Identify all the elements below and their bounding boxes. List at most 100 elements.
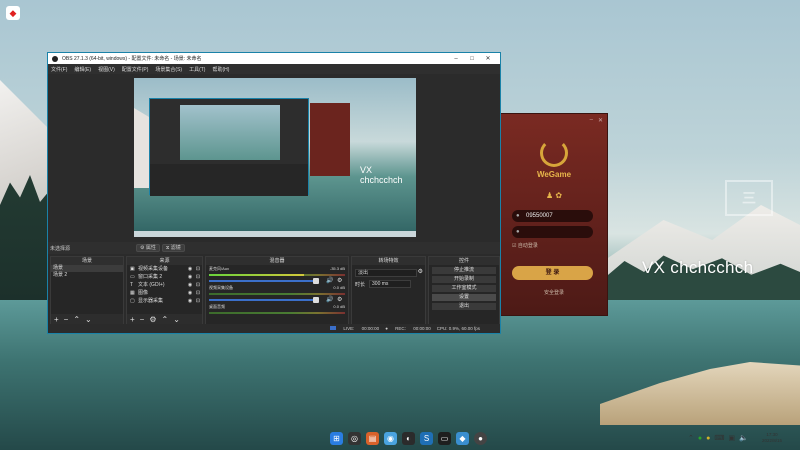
channel-db: 0.0 dB [333,285,345,290]
gear-icon[interactable]: ⚙ [337,296,342,303]
status-bar: LIVE: 00:00:00 ● REC: 00:00:00 CPU: 0.9%… [48,324,500,333]
menu-view[interactable]: 视图(V) [98,66,115,73]
live-icon [330,326,337,330]
channel-db: 0.0 dB [333,304,345,309]
menu-profile[interactable]: 配置文件(P) [122,66,149,73]
volume-icon[interactable]: 🔈 [739,434,748,442]
gear-icon[interactable]: ⚙ [418,268,423,275]
keyboard-icon[interactable]: ⌨ [714,434,724,442]
add-scene-button[interactable]: + [54,315,59,324]
app-icon[interactable]: ▭ [438,432,451,445]
app-tray-icon[interactable]: ● [706,435,710,442]
visibility-eye-icon[interactable]: ◉ [186,265,194,273]
live-label: LIVE: [343,326,355,331]
network-icon[interactable]: ▣ [728,434,735,442]
clock-date: 2022/8/15 [762,438,783,443]
chrome-icon[interactable]: ◎ [348,432,361,445]
clock[interactable]: 17:30 2022/8/15 [762,432,782,444]
source-item[interactable]: ▣ 视频采集设备 ◉ ⊡ [127,265,202,273]
source-item[interactable]: ▦ 图像 ◉ ⊡ [127,289,202,297]
windows-icon[interactable]: ⊞ [330,432,343,445]
account-field[interactable]: ● 09550007 [512,210,593,222]
menu-file[interactable]: 文件(F) [51,66,67,73]
scene-item[interactable]: 场景 2 [51,272,123,279]
app-icon[interactable]: S [420,432,433,445]
preview-canvas[interactable]: VX chchcchch [134,78,416,237]
close-icon[interactable]: ✕ [598,117,603,124]
scenes-footer: + − ⌃ ⌄ [51,314,123,324]
move-up-icon[interactable]: ⌃ [162,315,169,324]
gear-icon[interactable]: ⚙ [337,277,342,284]
lock-icon[interactable]: ⊡ [194,281,202,289]
properties-button[interactable]: ⚙ 属性 [136,244,160,252]
filters-button[interactable]: ⧖ 滤镜 [161,244,185,252]
live-status: LIVE: 00:00:00 [324,326,379,331]
preview-taskbar [134,231,416,237]
mixer-channel: 桌面音频 0.0 dB [206,303,348,322]
wegame-footer-link[interactable]: 安全登录 [501,289,607,296]
close-button[interactable]: ✕ [480,55,496,62]
transition-select[interactable]: 淡出 [355,269,417,277]
menu-tools[interactable]: 工具(T) [189,66,205,73]
menu-scene-collection[interactable]: 场景集合(S) [155,66,182,73]
social-login-icons[interactable]: ♟ ✿ [501,191,607,200]
remove-source-button[interactable]: − [140,315,145,324]
speaker-icon[interactable]: 🔊 [326,296,333,303]
remove-scene-button[interactable]: − [64,315,69,324]
meter-fill [209,274,305,276]
add-source-button[interactable]: + [130,315,135,324]
lock-icon[interactable]: ⊡ [194,265,202,273]
app-icon[interactable]: ◐ [402,432,415,445]
password-field[interactable]: ● [512,226,593,238]
slider-track [209,280,313,282]
minimize-icon[interactable]: – [590,117,593,123]
lock-icon[interactable]: ⊡ [194,273,202,281]
lock-icon[interactable]: ⊡ [194,289,202,297]
source-item[interactable]: ▢ 显示器采集 ◉ ⊡ [127,297,202,305]
menu-help[interactable]: 帮助(H) [212,66,229,73]
source-settings-icon[interactable]: ⚙ [149,315,156,324]
obs-icon[interactable]: ● [474,432,487,445]
minimize-button[interactable]: – [448,56,464,62]
channel-name: 视频采集设备 [209,285,233,290]
app-shortcut-icon[interactable]: ◆ [6,6,20,20]
visibility-eye-icon[interactable]: ◉ [186,297,194,305]
login-button[interactable]: 登 录 [512,266,593,280]
visibility-eye-icon[interactable]: ◉ [186,289,194,297]
app-icon[interactable]: ◉ [384,432,397,445]
source-item[interactable]: ▭ 窗口采集 2 ◉ ⊡ [127,273,202,281]
obs-titlebar[interactable]: OBS 27.1.3 (64-bit, windows) - 配置文件: 未命名… [48,53,500,64]
wegame-logo-text: WeGame [536,170,572,179]
start-recording-button[interactable]: 开始录制 [432,276,496,283]
studio-mode-button[interactable]: 工作室模式 [432,285,496,292]
preview-area[interactable]: VX chchcchch [48,74,500,240]
visibility-eye-icon[interactable]: ◉ [186,281,194,289]
watermark-box-text: 三 [742,190,756,206]
source-label: 窗口采集 2 [138,274,163,280]
preview-wegame [310,103,350,176]
monitor-icon: ▢ [130,298,135,304]
volume-meter [209,293,345,295]
wechat-icon[interactable]: ● [698,435,702,442]
exit-button[interactable]: 退出 [432,303,496,310]
menu-edit[interactable]: 编辑(E) [74,66,91,73]
settings-button[interactable]: 设置 [432,294,496,301]
rec-label: REC: [395,326,406,331]
speaker-icon[interactable]: 🔊 [326,277,333,284]
remember-checkbox[interactable]: ☑ 自动登录 [512,242,538,249]
wegame-window[interactable]: – ✕ WeGame ♟ ✿ ● 09550007 ● ☑ 自动登录 登 录 安… [500,113,608,316]
duration-input[interactable]: 300 ms [369,280,412,288]
move-down-icon[interactable]: ⌄ [173,315,180,324]
lock-icon[interactable]: ⊡ [194,297,202,305]
source-item[interactable]: T 文本 (GDI+) ◉ ⊡ [127,281,202,289]
move-down-icon[interactable]: ⌄ [85,315,92,324]
move-up-icon[interactable]: ⌃ [73,315,80,324]
obs-window[interactable]: OBS 27.1.3 (64-bit, windows) - 配置文件: 未命名… [47,52,501,334]
stop-streaming-button[interactable]: 停止推流 [432,267,496,274]
visibility-eye-icon[interactable]: ◉ [186,273,194,281]
scene-item[interactable]: 场景 [51,265,123,272]
app-icon[interactable]: ◆ [456,432,469,445]
store-icon[interactable]: ▤ [366,432,379,445]
chevron-up-icon[interactable]: ⌃ [688,434,694,442]
maximize-button[interactable]: □ [464,56,480,62]
